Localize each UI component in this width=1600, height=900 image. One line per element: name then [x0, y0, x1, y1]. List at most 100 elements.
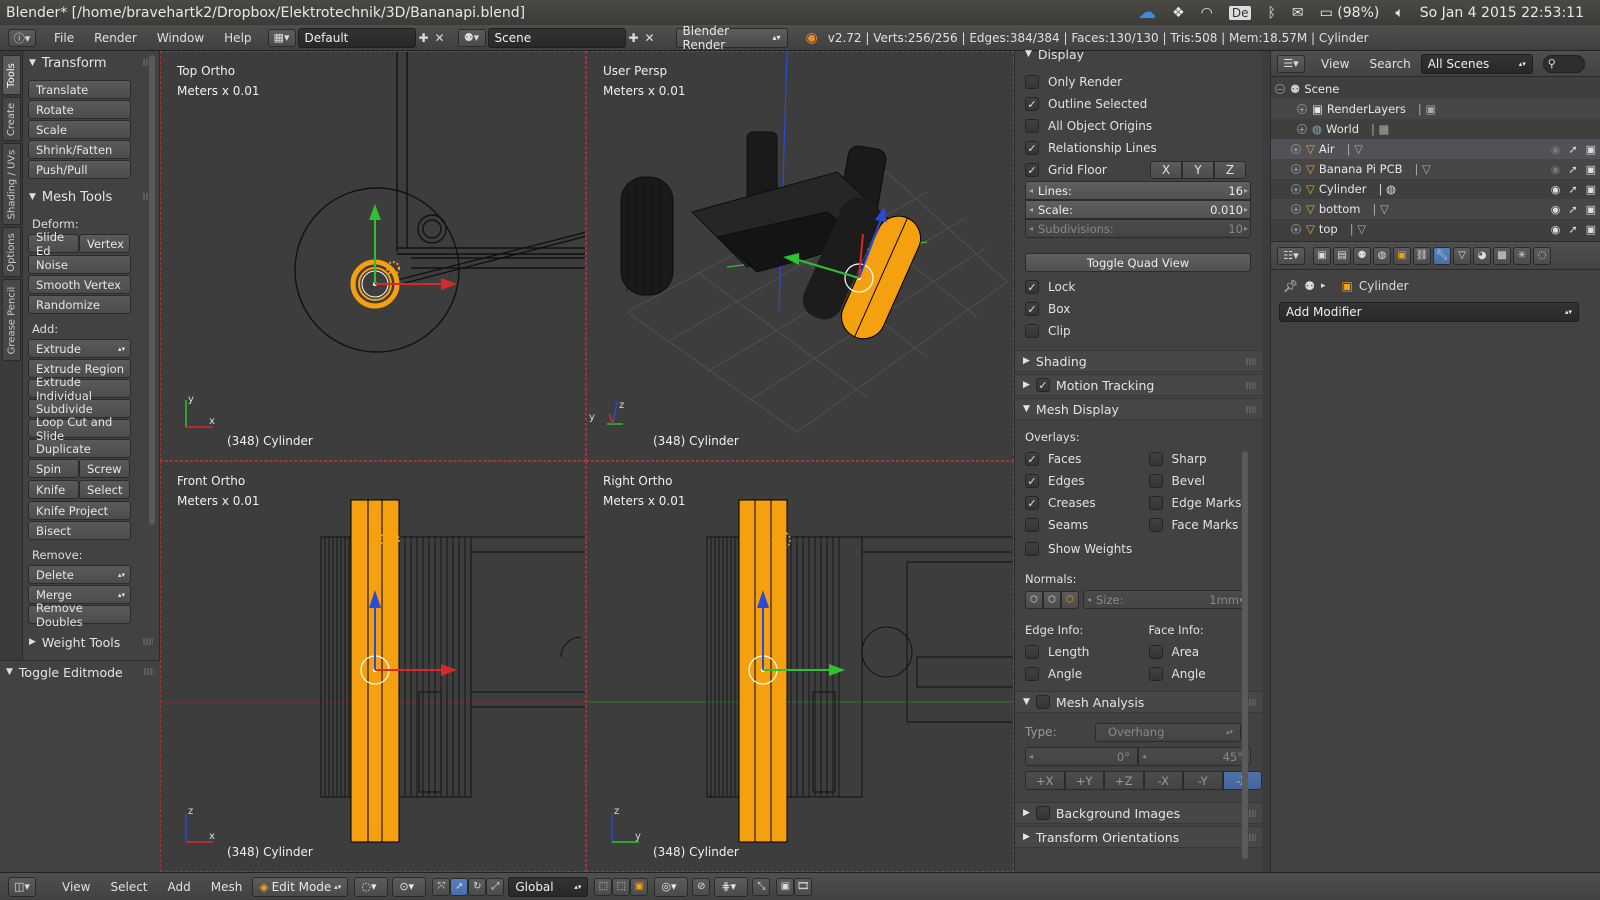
axis-plus-y-toggle[interactable]: +Y — [1064, 771, 1104, 790]
checkbox-icon[interactable] — [1035, 695, 1050, 709]
show-weights-checkbox[interactable]: Show Weights — [1015, 538, 1262, 560]
particles-tab-icon[interactable]: ✳ — [1513, 246, 1531, 265]
visibility-eye-icon[interactable]: ◉ — [1551, 203, 1561, 216]
expand-icon[interactable]: + — [1297, 124, 1307, 134]
all-object-origins-checkbox[interactable]: All Object Origins — [1015, 115, 1262, 137]
scale-manipulator-icon[interactable]: ⤢ — [486, 877, 505, 896]
outliner-item-top[interactable]: + ▽ top | ▽ ◉ ➚ ▣ — [1271, 219, 1600, 239]
face-select-mode-icon[interactable]: ▣ — [630, 877, 649, 896]
tab-create[interactable]: Create — [2, 97, 21, 141]
editor-type-properties-icon[interactable]: ☷▾ — [1277, 246, 1305, 265]
modifiers-tab-icon[interactable]: 🔧︎ — [1433, 246, 1451, 265]
viewport-front-ortho[interactable]: z x Front Ortho Meters x 0.01 (348) Cyli… — [160, 461, 586, 872]
grid-scale-field[interactable]: ◂ Scale: 0.010 ▸ — [1025, 200, 1251, 219]
tab-options[interactable]: Options — [2, 227, 21, 277]
push-pull-button[interactable]: Push/Pull — [28, 160, 131, 179]
axis-minus-y-toggle[interactable]: -Y — [1183, 771, 1223, 790]
transform-orientation-select[interactable]: Global ▴▾ — [508, 876, 589, 897]
box-checkbox[interactable]: ✓ Box — [1015, 298, 1262, 320]
object-tab-icon[interactable]: ▣ — [1393, 246, 1411, 265]
select-cursor-icon[interactable]: ➚ — [1568, 183, 1577, 196]
drag-grip-icon[interactable] — [143, 638, 153, 645]
loop-cut-slide-button[interactable]: Loop Cut and Slide — [28, 415, 131, 443]
axis-z-toggle[interactable]: Z — [1214, 161, 1246, 179]
snap-element-select[interactable]: ⋕▾ — [714, 876, 749, 897]
tab-tools[interactable]: Tools — [2, 55, 21, 95]
select-cursor-icon[interactable]: ➚ — [1568, 223, 1577, 236]
checkbox-checked-icon[interactable]: ✓ — [1035, 378, 1050, 392]
scene-icon[interactable]: ⚉▾ — [457, 28, 486, 47]
grid-lines-field[interactable]: ◂ Lines: 16 ▸ — [1025, 181, 1251, 200]
add-modifier-select[interactable]: Add Modifier ▴▾ — [1279, 302, 1579, 322]
vertex-slide-button[interactable]: Vertex — [79, 234, 130, 253]
seams-checkbox[interactable]: Seams — [1015, 514, 1139, 536]
shrink-fatten-button[interactable]: Shrink/Fatten — [28, 140, 131, 159]
visibility-eye-icon[interactable]: ◉ — [1551, 223, 1561, 236]
drag-grip-icon[interactable] — [144, 668, 154, 675]
motion-tracking-panel-header[interactable]: ▶ ✓ Motion Tracking — [1015, 374, 1262, 396]
loop-normals-icon[interactable]: ⬡ — [1043, 590, 1061, 609]
scene-field[interactable]: Scene — [487, 27, 626, 48]
collapse-icon[interactable]: − — [1275, 84, 1285, 94]
clock[interactable]: So Jan 4 2015 22:53:11 — [1420, 5, 1584, 21]
mesh-menu[interactable]: Mesh — [201, 880, 253, 894]
transform-panel-header[interactable]: ▼ Transform — [23, 52, 159, 74]
axis-plus-x-toggle[interactable]: +X — [1025, 771, 1065, 790]
drag-grip-icon[interactable] — [1246, 406, 1256, 413]
pin-icon[interactable]: 📌︎ — [1283, 279, 1298, 293]
add-screen-icon[interactable]: ✚ — [416, 30, 432, 46]
expand-icon[interactable]: + — [1291, 204, 1301, 214]
edge-length-checkbox[interactable]: Length — [1015, 641, 1139, 663]
grid-floor-checkbox[interactable]: ✓ Grid Floor — [1025, 163, 1107, 177]
limit-selection-icon[interactable]: ⊘ — [692, 877, 711, 896]
screen-layout-icon[interactable]: ▦▾ — [267, 28, 296, 47]
data-tab-icon[interactable]: ▽ — [1453, 246, 1471, 265]
volume-icon[interactable]: 🔈︎ — [1395, 5, 1403, 21]
overhang-max-field[interactable]: ◂45°▸ — [1138, 747, 1251, 766]
mesh-display-panel-header[interactable]: ▼ Mesh Display — [1015, 398, 1262, 420]
dropbox-icon[interactable]: ❖ — [1172, 5, 1185, 21]
faces-checkbox[interactable]: ✓ Faces — [1015, 448, 1139, 470]
expand-icon[interactable]: + — [1297, 104, 1307, 114]
checkbox-icon[interactable] — [1035, 806, 1050, 820]
mesh-analysis-panel-header[interactable]: ▼ Mesh Analysis — [1015, 691, 1262, 713]
snap-toggle-icon[interactable]: ⤡ — [752, 877, 771, 896]
smooth-vertex-button[interactable]: Smooth Vertex — [28, 275, 131, 294]
render-camera-icon[interactable]: ▣ — [1586, 183, 1596, 196]
clip-checkbox[interactable]: Clip — [1015, 320, 1262, 342]
editor-type-3dview-icon[interactable]: ◫▾ — [8, 876, 36, 897]
shading-panel-header[interactable]: ▶ Shading — [1015, 350, 1262, 372]
axis-minus-x-toggle[interactable]: -X — [1143, 771, 1183, 790]
render-camera-icon[interactable]: ▣ — [1586, 143, 1596, 156]
screw-button[interactable]: Screw — [79, 459, 130, 478]
menu-file[interactable]: File — [44, 31, 84, 45]
creases-checkbox[interactable]: ✓ Creases — [1015, 492, 1139, 514]
select-cursor-icon[interactable]: ➚ — [1568, 143, 1577, 156]
battery-indicator[interactable]: ▭ (98%) — [1320, 5, 1380, 21]
scene-tab-icon[interactable]: ⚉ — [1353, 246, 1371, 265]
toggle-quad-view-button[interactable]: Toggle Quad View — [1025, 253, 1251, 272]
menu-render[interactable]: Render — [84, 31, 147, 45]
outliner-search-field[interactable]: ⚲ — [1542, 54, 1585, 73]
lock-checkbox[interactable]: ✓ Lock — [1015, 276, 1262, 298]
render-camera-icon[interactable]: ▣ — [1586, 163, 1596, 176]
outliner-item-scene[interactable]: − ⚉ Scene — [1271, 79, 1600, 99]
screen-layout-field[interactable]: Default — [297, 27, 416, 48]
edge-select-mode-icon[interactable]: ⬚ — [612, 877, 631, 896]
expand-icon[interactable]: + — [1291, 144, 1301, 154]
bluetooth-icon[interactable]: ᛒ — [1267, 5, 1275, 21]
transform-orientations-panel-header[interactable]: ▶ Transform Orientations — [1015, 826, 1262, 848]
drag-grip-icon[interactable] — [1246, 358, 1256, 365]
add-scene-icon[interactable]: ✚ — [626, 30, 642, 46]
toolshelf-scrollbar[interactable] — [149, 55, 155, 525]
keyboard-layout[interactable]: De — [1228, 5, 1252, 20]
outliner-filter-select[interactable]: All Scenes ▴▾ — [1420, 53, 1533, 74]
outline-selected-checkbox[interactable]: ✓ Outline Selected — [1015, 93, 1262, 115]
editor-type-outliner-icon[interactable]: ☰▾ — [1277, 54, 1305, 73]
visibility-eye-icon[interactable]: ◉ — [1551, 183, 1561, 196]
spin-button[interactable]: Spin — [28, 459, 79, 478]
outliner-item-bottom[interactable]: + ▽ bottom | ▽ ◉ ➚ ▣ — [1271, 199, 1600, 219]
outliner-item-renderlayers[interactable]: + ▣ RenderLayers | ▣ — [1271, 99, 1600, 119]
cloud-icon[interactable]: ☁ — [1138, 2, 1156, 23]
render-layers-tab-icon[interactable]: ▤ — [1333, 246, 1351, 265]
